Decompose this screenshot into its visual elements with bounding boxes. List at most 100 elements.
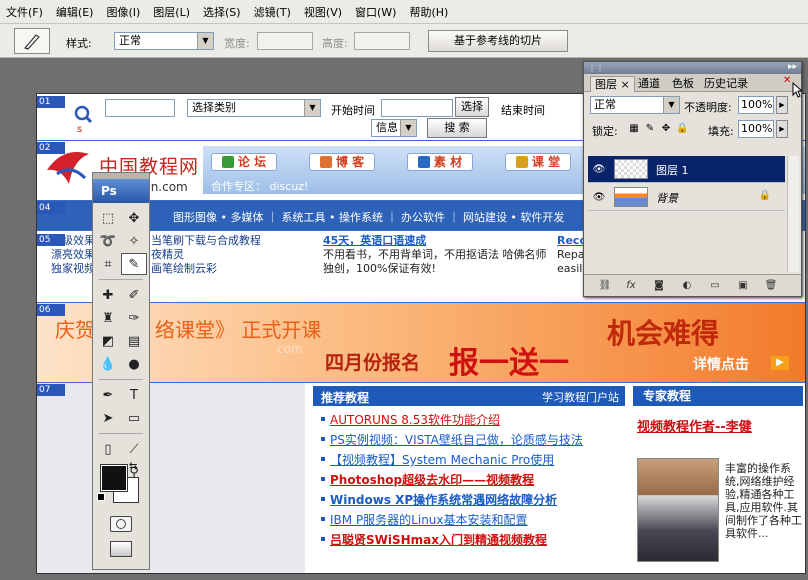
category-select[interactable]: 选择类别 ▼ [187, 99, 321, 117]
menu-filter[interactable]: 滤镜(T) [254, 4, 291, 20]
height-input[interactable] [354, 32, 410, 50]
slice-tag[interactable]: 07 [37, 384, 65, 396]
nav-classroom[interactable]: 课 堂 [505, 153, 571, 171]
promo-title[interactable]: 45天，英语口语速成 [323, 234, 553, 248]
slices-from-guides-button[interactable]: 基于参考线的切片 [428, 30, 568, 52]
keyword-input[interactable] [105, 99, 175, 117]
nav-blog[interactable]: 博 客 [309, 153, 375, 171]
quick-mask-icon[interactable] [110, 516, 132, 532]
menu-edit[interactable]: 编辑(E) [56, 4, 94, 20]
layer-row[interactable]: 👁 背景 🔒 [588, 184, 785, 211]
swap-colors-icon[interactable]: ⇆ [129, 461, 137, 472]
news-mid-item[interactable]: 当笔刷下载与合成教程 [151, 234, 311, 248]
nav-forum[interactable]: 论 坛 [211, 153, 277, 171]
width-input[interactable] [257, 32, 313, 50]
promo-banner[interactable]: 庆贺 络课堂》 正式开课 com 四月份报名 报一送一 机会难得 详情点击 ▶ [37, 302, 805, 382]
recommend-item[interactable]: AUTORUNS 8.53软件功能介绍 [321, 410, 631, 430]
slice-tag[interactable]: 05 [37, 234, 65, 246]
lock-all-icon[interactable]: 🔒 [676, 123, 688, 135]
gradient-icon[interactable]: ▤ [121, 330, 147, 352]
recommend-item[interactable]: Windows XP操作系统常遇网络故障分析 [321, 490, 631, 510]
menu-layer[interactable]: 图层(L) [153, 4, 190, 20]
portal-link[interactable]: 学习教程门户站 [542, 389, 619, 405]
group-folder-icon[interactable]: ▭ [708, 279, 722, 293]
news-mid-item[interactable]: 画笔绘制云彩 [151, 262, 311, 276]
pen-icon[interactable]: ✒ [95, 384, 121, 406]
layer-row[interactable]: 👁 图层 1 [588, 156, 785, 183]
menu-help[interactable]: 帮助(H) [409, 4, 448, 20]
tab-channels[interactable]: 通道 [634, 76, 664, 92]
recommend-item[interactable]: IBM P服务器的Linux基本安装和配置 [321, 510, 631, 530]
magic-wand-icon[interactable]: ✧ [121, 230, 147, 252]
category-links[interactable]: 图形图像 • 多媒体 ｜ 系统工具 • 操作系统 ｜ 办公软件 ｜ 网站建设 •… [173, 209, 564, 225]
menu-file[interactable]: 文件(F) [6, 4, 43, 20]
history-brush-icon[interactable]: ✑ [121, 307, 147, 329]
path-select-icon[interactable]: ➤ [95, 407, 121, 429]
new-layer-icon[interactable]: ▣ [736, 279, 750, 293]
layer-mask-icon[interactable]: ◙ [652, 279, 666, 293]
fill-slider-toggle[interactable]: ▶ [776, 120, 788, 138]
search-button[interactable]: 搜 索 [427, 118, 487, 138]
lock-transparency-icon[interactable]: ▦ [628, 123, 640, 135]
foreground-color-swatch[interactable] [100, 464, 128, 492]
healing-brush-icon[interactable]: ✚ [95, 284, 121, 306]
crop-icon[interactable]: ⌗ [95, 253, 121, 275]
opacity-input[interactable]: 100% [738, 96, 774, 114]
slice-tag[interactable]: 06 [37, 304, 65, 316]
recommend-item-link[interactable]: 【视频教程】System Mechanic Pro使用 [330, 453, 554, 467]
banner-detail-link[interactable]: 详情点击 [693, 354, 749, 374]
lock-position-icon[interactable]: ✥ [660, 123, 672, 135]
eraser-icon[interactable]: ◩ [95, 330, 121, 352]
menu-view[interactable]: 视图(V) [304, 4, 342, 20]
slice-tag[interactable]: 02 [37, 142, 65, 154]
tool-preset-picker[interactable] [14, 28, 50, 54]
opacity-slider-toggle[interactable]: ▶ [776, 96, 788, 114]
slice-tool-icon[interactable]: ✎ [121, 253, 147, 275]
recommend-item[interactable]: 吕聪贤SWiSHmax入门到精通视频教程 [321, 530, 631, 550]
lock-image-icon[interactable]: ✎ [644, 123, 656, 135]
clone-stamp-icon[interactable]: ♜ [95, 307, 121, 329]
slice-tag[interactable]: 04 [37, 202, 65, 214]
menu-select[interactable]: 选择(S) [203, 4, 241, 20]
lasso-icon[interactable]: ➰ [95, 230, 121, 252]
eye-icon[interactable]: 👁 [590, 190, 608, 206]
blend-mode-select[interactable]: 正常 ▼ [590, 96, 680, 114]
adjustment-layer-icon[interactable]: ◐ [680, 279, 694, 293]
dodge-icon[interactable]: ● [121, 353, 147, 375]
trash-icon[interactable]: 🗑 [764, 279, 778, 293]
tab-swatches[interactable]: 色板 [668, 76, 698, 92]
blur-icon[interactable]: 💧 [95, 353, 121, 375]
panel-titlebar[interactable]: ⋮⋮ ▸▸ [584, 62, 801, 74]
layer-style-icon[interactable]: fx [624, 279, 638, 293]
info-select[interactable]: 信息 ▼ [371, 119, 417, 137]
rectangle-shape-icon[interactable]: ▭ [121, 407, 147, 429]
recommend-item-link[interactable]: PS实例视频：VISTA壁纸自己做，论质感与技法 [330, 433, 583, 447]
menu-image[interactable]: 图像(I) [106, 4, 140, 20]
menu-window[interactable]: 窗口(W) [355, 4, 396, 20]
expert-author-link[interactable]: 视频教程作者--李健 [637, 416, 752, 435]
link-layers-icon[interactable]: ⛓ [598, 279, 612, 293]
brush-icon[interactable]: ✐ [121, 284, 147, 306]
style-select[interactable]: 正常 ▼ [114, 32, 214, 50]
select-button[interactable]: 选择 [455, 97, 489, 117]
screen-mode-icon[interactable] [110, 541, 132, 557]
eyedropper-icon[interactable]: ⟋ [121, 438, 147, 460]
recommend-item[interactable]: PS实例视频：VISTA壁纸自己做，论质感与技法 [321, 430, 631, 450]
start-time-input[interactable] [381, 99, 453, 117]
recommend-item[interactable]: Photoshop超级去水印——视频教程 [321, 470, 631, 490]
recommend-item[interactable]: 【视频教程】System Mechanic Pro使用 [321, 450, 631, 470]
layers-scrollbar[interactable] [787, 156, 799, 272]
recommend-item-link[interactable]: AUTORUNS 8.53软件功能介绍 [330, 413, 500, 427]
notes-icon[interactable]: ▯ [95, 438, 121, 460]
type-icon[interactable]: T [121, 384, 147, 406]
default-colors-icon[interactable] [97, 493, 105, 501]
recommend-item-link[interactable]: 吕聪贤SWiSHmax入门到精通视频教程 [330, 533, 547, 547]
news-mid-item[interactable]: 夜精灵 [151, 248, 311, 262]
nav-material[interactable]: 素 材 [407, 153, 473, 171]
marquee-icon[interactable]: ⬚ [95, 207, 121, 229]
collapse-icon[interactable]: ▸▸ [788, 62, 797, 72]
eye-icon[interactable]: 👁 [590, 162, 608, 178]
fill-input[interactable]: 100% [738, 120, 774, 138]
recommend-item-link[interactable]: IBM P服务器的Linux基本安装和配置 [330, 513, 528, 527]
tab-history[interactable]: 历史记录 [700, 76, 752, 92]
